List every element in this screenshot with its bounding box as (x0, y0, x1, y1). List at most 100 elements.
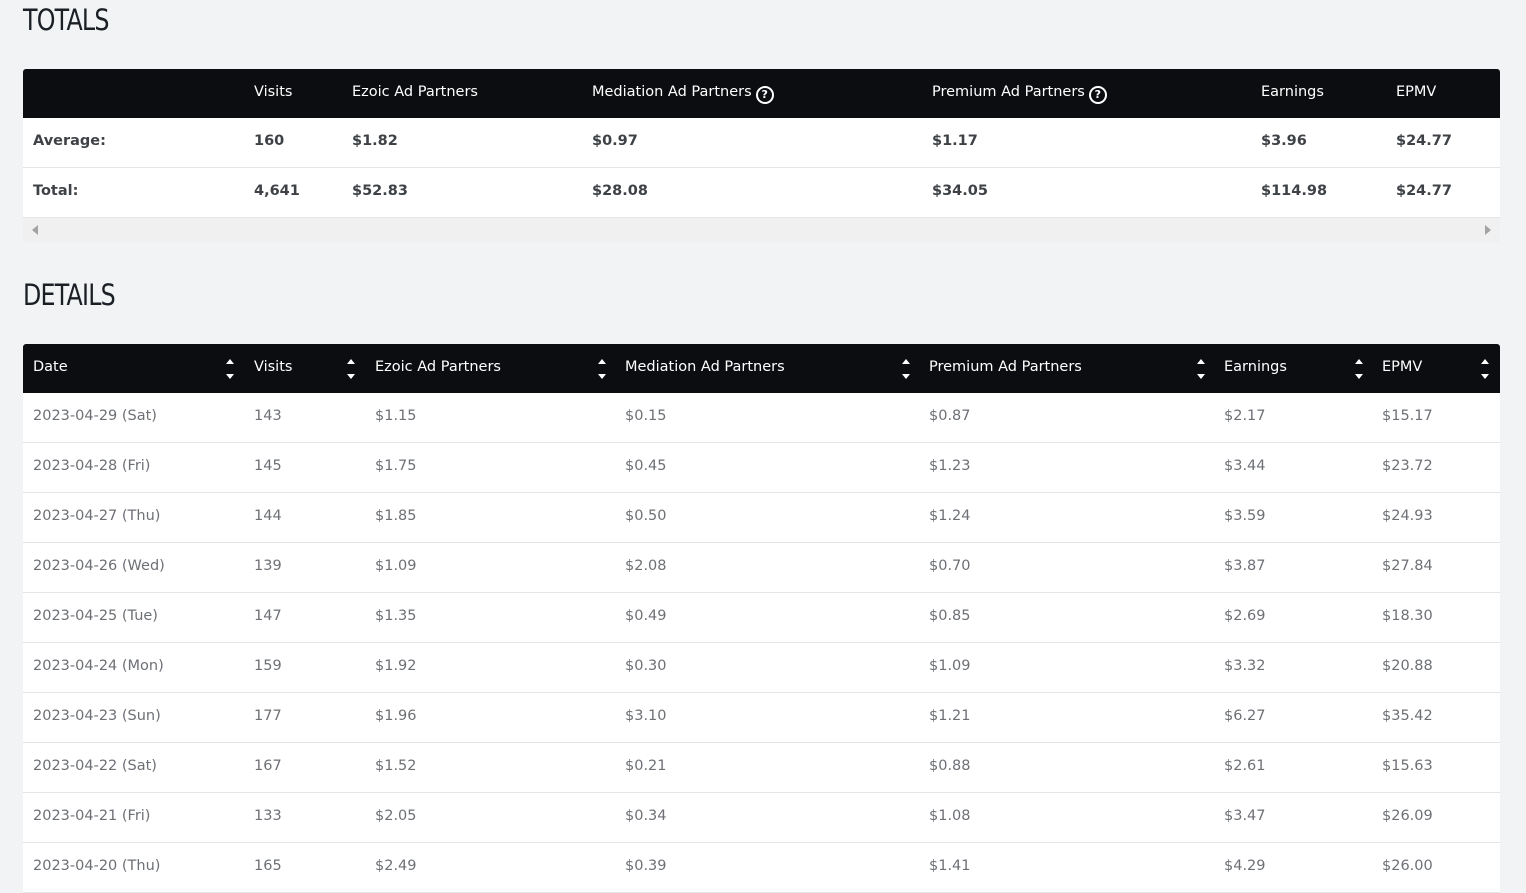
mediation-cell: $0.49 (625, 608, 667, 624)
table-row: 2023-04-20 (Thu) 165 $2.49 $0.39 $1.41 $4.29 $… (23, 843, 1500, 893)
ezoic-cell: $1.96 (375, 708, 417, 724)
visits-cell: 144 (254, 508, 282, 524)
totals-cell: $0.97 (592, 133, 638, 149)
visits-cell: 139 (254, 558, 282, 574)
premium-cell: $1.24 (929, 508, 971, 524)
visits-cell: 143 (254, 408, 282, 424)
date-cell: 2023-04-29 (Sat) (33, 408, 157, 424)
totals-cell: $1.82 (352, 133, 398, 149)
premium-cell: $1.08 (929, 808, 971, 824)
totals-cell: $3.96 (1261, 133, 1307, 149)
mediation-cell: $0.15 (625, 408, 667, 424)
totals-cell: Average: (33, 133, 106, 149)
column-header-earnings[interactable]: Earnings (1224, 344, 1287, 393)
totals-cell: Total: (33, 183, 79, 199)
sort-date-icon[interactable] (225, 358, 235, 380)
visits-cell: 167 (254, 758, 282, 774)
column-header-visits[interactable]: Visits (254, 344, 292, 393)
earnings-cell: $3.47 (1224, 808, 1266, 824)
mediation-cell: $0.30 (625, 658, 667, 674)
visits-cell: 147 (254, 608, 282, 624)
totals-cell: $52.83 (352, 183, 408, 199)
date-cell: 2023-04-20 (Thu) (33, 858, 161, 874)
date-cell: 2023-04-21 (Fri) (33, 808, 151, 824)
totals-cell: $114.98 (1261, 183, 1328, 199)
totals-header-visits: Visits (254, 84, 293, 100)
totals-header-premium-label: Premium Ad Partners (932, 84, 1085, 100)
visits-cell: 159 (254, 658, 282, 674)
totals-cell: $24.77 (1396, 183, 1452, 199)
epmv-cell: $20.88 (1382, 658, 1433, 674)
earnings-cell: $2.17 (1224, 408, 1266, 424)
sort-earnings-icon[interactable] (1354, 358, 1364, 380)
totals-header-epmv: EPMV (1396, 84, 1437, 100)
epmv-cell: $23.72 (1382, 458, 1433, 474)
sort-visits-icon[interactable] (346, 358, 356, 380)
totals-cell: 4,641 (254, 183, 300, 199)
mediation-cell: $0.21 (625, 758, 667, 774)
premium-help-icon[interactable]: ? (1088, 86, 1107, 104)
ezoic-cell: $2.05 (375, 808, 417, 824)
epmv-cell: $27.84 (1382, 558, 1433, 574)
date-cell: 2023-04-23 (Sun) (33, 708, 161, 724)
column-header-premium[interactable]: Premium Ad Partners (929, 344, 1082, 393)
sort-premium-icon[interactable] (1196, 358, 1206, 380)
earnings-cell: $3.59 (1224, 508, 1266, 524)
scroll-right-icon[interactable] (1485, 225, 1491, 235)
totals-cell: 160 (254, 133, 285, 149)
premium-cell: $0.85 (929, 608, 971, 624)
mediation-help-icon[interactable]: ? (755, 86, 774, 104)
earnings-cell: $3.44 (1224, 458, 1266, 474)
scroll-left-icon[interactable] (32, 225, 38, 235)
totals-row-total: Total: 4,641 $52.83 $28.08 $34.05 $114.9… (23, 168, 1500, 218)
premium-cell: $0.70 (929, 558, 971, 574)
totals-header-premium: Premium Ad Partners? (932, 69, 1107, 118)
details-table-header: Date Visits Ezoic Ad Partners Mediation … (23, 344, 1500, 393)
column-header-mediation[interactable]: Mediation Ad Partners (625, 344, 785, 393)
premium-cell: $1.23 (929, 458, 971, 474)
totals-cell: $28.08 (592, 183, 648, 199)
ezoic-cell: $1.52 (375, 758, 417, 774)
totals-table-header: Visits Ezoic Ad Partners Mediation Ad Pa… (23, 69, 1500, 118)
column-header-date[interactable]: Date (33, 344, 68, 393)
ezoic-cell: $2.49 (375, 858, 417, 874)
earnings-cell: $2.69 (1224, 608, 1266, 624)
visits-cell: 177 (254, 708, 282, 724)
sort-ezoic-icon[interactable] (597, 358, 607, 380)
horizontal-scrollbar[interactable] (23, 218, 1500, 242)
details-table: Date Visits Ezoic Ad Partners Mediation … (23, 344, 1500, 893)
epmv-cell: $35.42 (1382, 708, 1433, 724)
earnings-cell: $3.87 (1224, 558, 1266, 574)
visits-cell: 165 (254, 858, 282, 874)
table-row: 2023-04-21 (Fri) 133 $2.05 $0.34 $1.08 $3.47 $… (23, 793, 1500, 843)
visits-cell: 133 (254, 808, 282, 824)
mediation-cell: $2.08 (625, 558, 667, 574)
table-row: 2023-04-28 (Fri) 145 $1.75 $0.45 $1.23 $3.44 $… (23, 443, 1500, 493)
epmv-cell: $24.93 (1382, 508, 1433, 524)
premium-cell: $1.09 (929, 658, 971, 674)
table-row: 2023-04-25 (Tue) 147 $1.35 $0.49 $0.85 $2.69 $… (23, 593, 1500, 643)
epmv-cell: $15.17 (1382, 408, 1433, 424)
ezoic-cell: $1.09 (375, 558, 417, 574)
epmv-cell: $26.09 (1382, 808, 1433, 824)
date-cell: 2023-04-24 (Mon) (33, 658, 164, 674)
totals-cell: $24.77 (1396, 133, 1452, 149)
column-header-epmv[interactable]: EPMV (1382, 344, 1422, 393)
sort-epmv-icon[interactable] (1480, 358, 1490, 380)
mediation-cell: $0.39 (625, 858, 667, 874)
ezoic-cell: $1.92 (375, 658, 417, 674)
table-row: 2023-04-26 (Wed) 139 $1.09 $2.08 $0.70 $3.87 $… (23, 543, 1500, 593)
ezoic-cell: $1.35 (375, 608, 417, 624)
column-header-ezoic[interactable]: Ezoic Ad Partners (375, 344, 501, 393)
mediation-cell: $0.34 (625, 808, 667, 824)
sort-mediation-icon[interactable] (901, 358, 911, 380)
mediation-cell: $0.45 (625, 458, 667, 474)
premium-cell: $1.41 (929, 858, 971, 874)
date-cell: 2023-04-22 (Sat) (33, 758, 157, 774)
premium-cell: $0.88 (929, 758, 971, 774)
table-row: 2023-04-23 (Sun) 177 $1.96 $3.10 $1.21 $6.27 $… (23, 693, 1500, 743)
earnings-cell: $6.27 (1224, 708, 1266, 724)
totals-header-ezoic: Ezoic Ad Partners (352, 84, 478, 100)
mediation-cell: $0.50 (625, 508, 667, 524)
totals-cell: $1.17 (932, 133, 978, 149)
